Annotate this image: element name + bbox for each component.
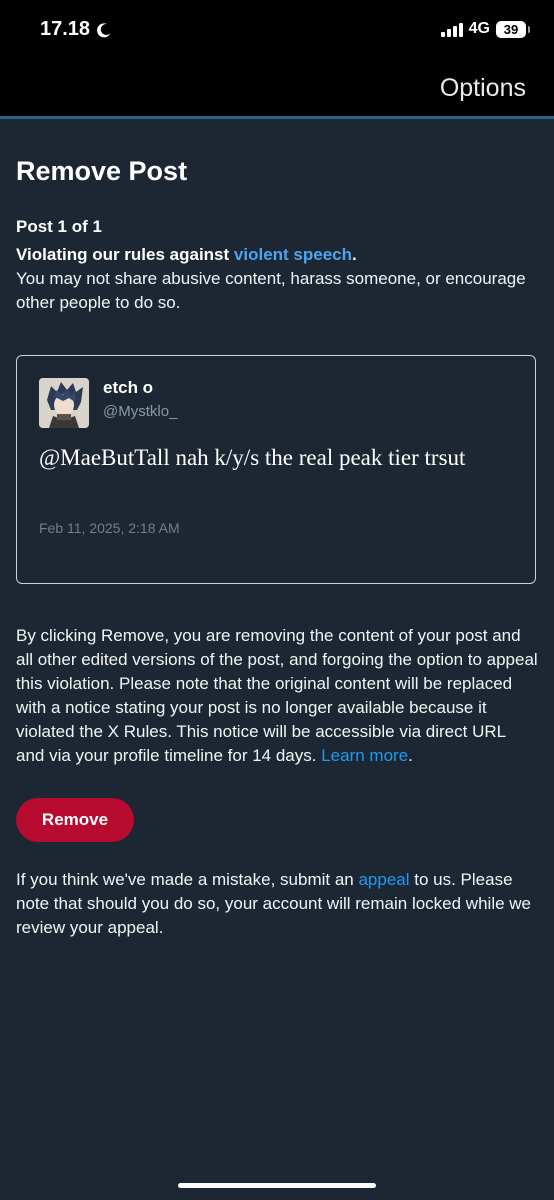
post-date: Feb 11, 2025, 2:18 AM	[39, 520, 180, 536]
appeal-prefix: If you think we've made a mistake, submi…	[16, 870, 359, 889]
remove-button[interactable]: Remove	[16, 798, 134, 842]
status-right: 4G 39	[440, 20, 530, 38]
removal-notice: By clicking Remove, you are removing the…	[16, 624, 538, 768]
rule-prefix: Violating our rules against	[16, 245, 234, 264]
learn-more-link[interactable]: Learn more	[321, 746, 408, 765]
violent-speech-link[interactable]: violent speech	[234, 245, 352, 264]
post-text: @MaeButTall nah k/y/s the real peak tier…	[39, 445, 466, 470]
notice-text: By clicking Remove, you are removing the…	[16, 626, 538, 765]
avatar-image	[39, 378, 89, 428]
battery-level: 39	[503, 21, 519, 37]
network-type: 4G	[468, 20, 490, 37]
notice-end: .	[408, 746, 413, 765]
rule-violation-line: Violating our rules against violent spee…	[16, 243, 538, 267]
post-card: etch o @Mystklo_ @MaeButTall nah k/y/s t…	[16, 355, 536, 584]
status-bar: 17.18 4G 39	[0, 0, 554, 62]
options-button[interactable]: Options	[440, 74, 526, 103]
rule-suffix: .	[352, 245, 357, 264]
post-count: Post 1 of 1	[16, 217, 102, 236]
battery-icon: 39	[496, 20, 530, 38]
nav-bar: Options	[0, 62, 554, 119]
status-time: 17.18	[40, 18, 91, 40]
cellular-signal-icon	[440, 22, 463, 37]
rule-description: You may not share abusive content, haras…	[16, 269, 526, 312]
home-indicator[interactable]	[178, 1183, 376, 1188]
appeal-text: If you think we've made a mistake, submi…	[16, 868, 538, 940]
moon-icon	[97, 22, 111, 37]
author-handle: @Mystklo_	[103, 403, 178, 420]
avatar[interactable]	[39, 378, 89, 428]
status-time-group: 17.18	[40, 18, 112, 41]
author-name: etch o	[103, 378, 154, 397]
appeal-link[interactable]: appeal	[358, 870, 409, 889]
main-content: Remove Post Post 1 of 1 Violating our ru…	[16, 119, 538, 940]
page-title: Remove Post	[16, 156, 188, 186]
